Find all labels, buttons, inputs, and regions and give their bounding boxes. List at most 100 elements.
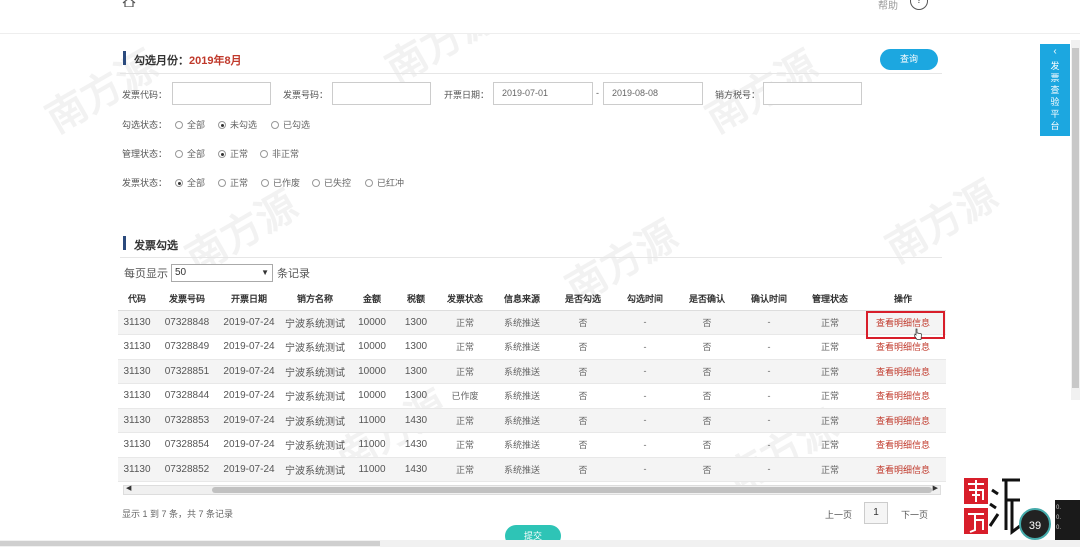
cell-check-time: - — [614, 310, 676, 335]
cell-invoice-no: 07328851 — [156, 359, 218, 384]
home-icon[interactable] — [122, 0, 136, 7]
column-header[interactable]: 管理状态 — [800, 288, 860, 311]
cell-check-time: - — [614, 432, 676, 458]
cell-confirm-time: - — [738, 432, 800, 458]
scroll-right-icon[interactable]: ▶ — [933, 484, 938, 492]
cell-is-checked: 否 — [552, 383, 614, 409]
cell-invoice-no: 07328853 — [156, 408, 218, 433]
cell-seller-name: 宁波系统测试 — [280, 432, 350, 458]
question-circle-icon[interactable]: ? — [910, 0, 928, 10]
table-row[interactable]: 31130 07328849 2019-07-24 宁波系统测试 10000 1300 正常… — [118, 334, 946, 360]
section-marker — [123, 51, 126, 65]
query-button[interactable]: 查询 — [880, 49, 938, 70]
scroll-left-icon[interactable]: ◀ — [126, 484, 131, 492]
current-page-button[interactable]: 1 — [864, 502, 888, 524]
cell-seller-name: 宁波系统测试 — [280, 408, 350, 433]
table-row[interactable]: 31130 07328854 2019-07-24 宁波系统测试 11000 1430 正常… — [118, 432, 946, 458]
scroll-thumb[interactable] — [212, 487, 932, 493]
cell-issue-date: 2019-07-24 — [218, 359, 280, 384]
date-from-input[interactable]: 2019-07-01 — [493, 82, 593, 105]
radio-status-normal[interactable]: 正常 — [218, 176, 248, 189]
cell-amount: 10000 — [350, 383, 394, 409]
column-header[interactable]: 销方名称 — [280, 288, 350, 311]
help-link[interactable]: 帮助 — [878, 0, 898, 12]
cell-code: 31130 — [118, 432, 156, 458]
cell-invoice-status: 正常 — [438, 408, 492, 433]
scroll-thumb[interactable] — [1072, 48, 1079, 388]
cell-check-time: - — [614, 383, 676, 409]
cell-issue-date: 2019-07-24 — [218, 310, 280, 335]
scroll-thumb[interactable] — [0, 541, 380, 546]
column-header[interactable]: 信息来源 — [492, 288, 552, 311]
cell-tax: 1300 — [394, 334, 438, 360]
list-title: 发票勾选 — [134, 240, 178, 252]
page-horizontal-scrollbar[interactable] — [0, 540, 1080, 547]
invoice-no-input[interactable] — [332, 82, 431, 105]
column-header[interactable]: 开票日期 — [218, 288, 280, 311]
column-header[interactable]: 是否确认 — [676, 288, 738, 311]
seller-tax-input[interactable] — [763, 82, 862, 105]
cell-view-detail-link[interactable]: 查看明细信息 — [860, 359, 946, 384]
next-page-button[interactable]: 下一页 — [901, 508, 928, 521]
table-horizontal-scrollbar[interactable]: ◀ ▶ — [123, 485, 941, 495]
invoice-table: 代码 发票号码 开票日期 销方名称 金额 税额 发票状态 信息来源 是否勾选 勾… — [118, 288, 946, 482]
cell-amount: 10000 — [350, 359, 394, 384]
prev-page-button[interactable]: 上一页 — [825, 508, 852, 521]
cell-invoice-status: 正常 — [438, 359, 492, 384]
cell-tax: 1300 — [394, 310, 438, 335]
chevron-left-icon: ‹ — [1053, 46, 1057, 57]
table-row[interactable]: 31130 07328848 2019-07-24 宁波系统测试 10000 1300 正常… — [118, 310, 946, 335]
cell-is-checked: 否 — [552, 310, 614, 335]
radio-check-all[interactable]: 全部 — [175, 118, 205, 131]
caret-down-icon: ▼ — [261, 268, 269, 277]
column-header[interactable]: 代码 — [118, 288, 156, 311]
column-header[interactable]: 发票状态 — [438, 288, 492, 311]
cell-invoice-no: 07328849 — [156, 334, 218, 360]
cell-invoice-status: 正常 — [438, 334, 492, 360]
cell-check-time: - — [614, 359, 676, 384]
cell-view-detail-link[interactable]: 查看明细信息 — [860, 383, 946, 409]
radio-check-unchecked[interactable]: 未勾选 — [218, 118, 257, 131]
hand-cursor-icon — [914, 328, 922, 340]
table-row[interactable]: 31130 07328852 2019-07-24 宁波系统测试 11000 1430 正常… — [118, 457, 946, 482]
cell-invoice-no: 07328848 — [156, 310, 218, 335]
radio-check-checked[interactable]: 已勾选 — [271, 118, 310, 131]
cell-code: 31130 — [118, 334, 156, 360]
progress-badge: 39 — [1019, 508, 1051, 540]
cell-is-confirmed: 否 — [676, 334, 738, 360]
table-row[interactable]: 31130 07328853 2019-07-24 宁波系统测试 11000 1430 正常… — [118, 408, 946, 433]
date-to-input[interactable]: 2019-08-08 — [603, 82, 703, 105]
column-header[interactable]: 是否勾选 — [552, 288, 614, 311]
cell-check-time: - — [614, 408, 676, 433]
cell-code: 31130 — [118, 310, 156, 335]
per-page-select[interactable]: 50 ▼ — [171, 264, 273, 282]
invoice-check-platform-tab[interactable]: ‹ 发票查验平台 — [1040, 44, 1070, 136]
radio-manage-normal[interactable]: 正常 — [218, 147, 248, 160]
cell-view-detail-link[interactable]: 查看明细信息 — [860, 457, 946, 482]
column-header[interactable]: 确认时间 — [738, 288, 800, 311]
cell-amount: 10000 — [350, 310, 394, 335]
column-header[interactable]: 税额 — [394, 288, 438, 311]
cell-info-source: 系统推送 — [492, 383, 552, 409]
cell-issue-date: 2019-07-24 — [218, 408, 280, 433]
table-row[interactable]: 31130 07328844 2019-07-24 宁波系统测试 10000 1300 已作… — [118, 383, 946, 409]
cell-seller-name: 宁波系统测试 — [280, 334, 350, 360]
cell-confirm-time: - — [738, 359, 800, 384]
radio-status-lost[interactable]: 已失控 — [312, 176, 351, 189]
cell-is-confirmed: 否 — [676, 408, 738, 433]
radio-status-void[interactable]: 已作废 — [261, 176, 300, 189]
manage-status-label: 管理状态： — [122, 149, 168, 159]
column-header[interactable]: 发票号码 — [156, 288, 218, 311]
column-header[interactable]: 金额 — [350, 288, 394, 311]
radio-manage-all[interactable]: 全部 — [175, 147, 205, 160]
cell-is-confirmed: 否 — [676, 310, 738, 335]
page-vertical-scrollbar[interactable] — [1071, 40, 1080, 400]
cell-view-detail-link[interactable]: 查看明细信息 — [860, 432, 946, 458]
invoice-code-input[interactable] — [172, 82, 271, 105]
table-row[interactable]: 31130 07328851 2019-07-24 宁波系统测试 10000 1300 正常… — [118, 359, 946, 384]
radio-status-red[interactable]: 已红冲 — [365, 176, 404, 189]
radio-manage-abnormal[interactable]: 非正常 — [260, 147, 299, 160]
cell-view-detail-link[interactable]: 查看明细信息 — [860, 408, 946, 433]
radio-status-all[interactable]: 全部 — [175, 176, 205, 189]
column-header[interactable]: 勾选时间 — [614, 288, 676, 311]
